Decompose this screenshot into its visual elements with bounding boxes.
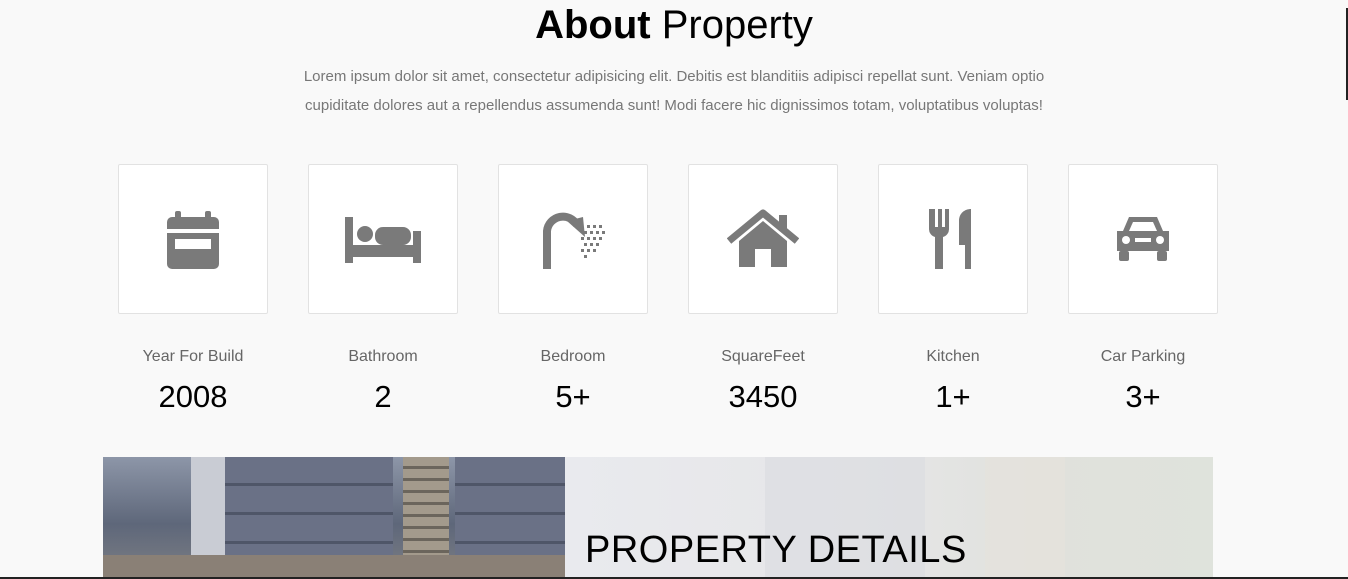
section-title-bold: About [535,3,651,47]
feature-bathroom: Bathroom 2 [308,164,458,417]
feature-value: 5+ [555,379,591,414]
feature-value: 3+ [1125,379,1161,414]
garage-photo [103,457,565,579]
car-icon [1117,217,1169,261]
calendar-icon [167,211,219,269]
feature-value: 2008 [158,379,228,414]
faded-house-shape [985,457,1065,579]
feature-squarefeet: SquareFeet 3450 [688,164,838,417]
feature-label: Bedroom [540,348,606,365]
property-details-title: PROPERTY DETAILS [585,529,967,571]
shower-icon [543,212,605,269]
feature-card [308,164,458,314]
feature-card [688,164,838,314]
feature-card [498,164,648,314]
feature-value: 3450 [728,379,798,414]
utensils-icon [928,209,971,269]
feature-grid: Year For Build 2008 Bathroom 2 Bedroom 5… [118,164,1218,417]
property-details-banner: PROPERTY DETAILS [103,457,1213,579]
feature-label: Kitchen [926,348,980,365]
bed-icon [345,217,421,263]
home-icon [727,209,799,267]
section-intro: Lorem ipsum dolor sit amet, consectetur … [303,68,1045,114]
feature-label: Year For Build [142,348,244,365]
feature-car-parking: Car Parking 3+ [1068,164,1218,417]
feature-kitchen: Kitchen 1+ [878,164,1028,417]
feature-year-built: Year For Build 2008 [118,164,268,417]
feature-bedroom: Bedroom 5+ [498,164,648,417]
feature-card [1068,164,1218,314]
feature-value: 1+ [935,379,971,414]
feature-label: Car Parking [1100,348,1186,365]
feature-label: Bathroom [348,348,418,365]
section-title-light: Property [661,3,813,47]
feature-label: SquareFeet [721,348,805,365]
section-title: About Property [0,2,1348,48]
feature-card [118,164,268,314]
feature-value: 2 [374,379,392,414]
feature-card [878,164,1028,314]
driveway [103,555,565,579]
